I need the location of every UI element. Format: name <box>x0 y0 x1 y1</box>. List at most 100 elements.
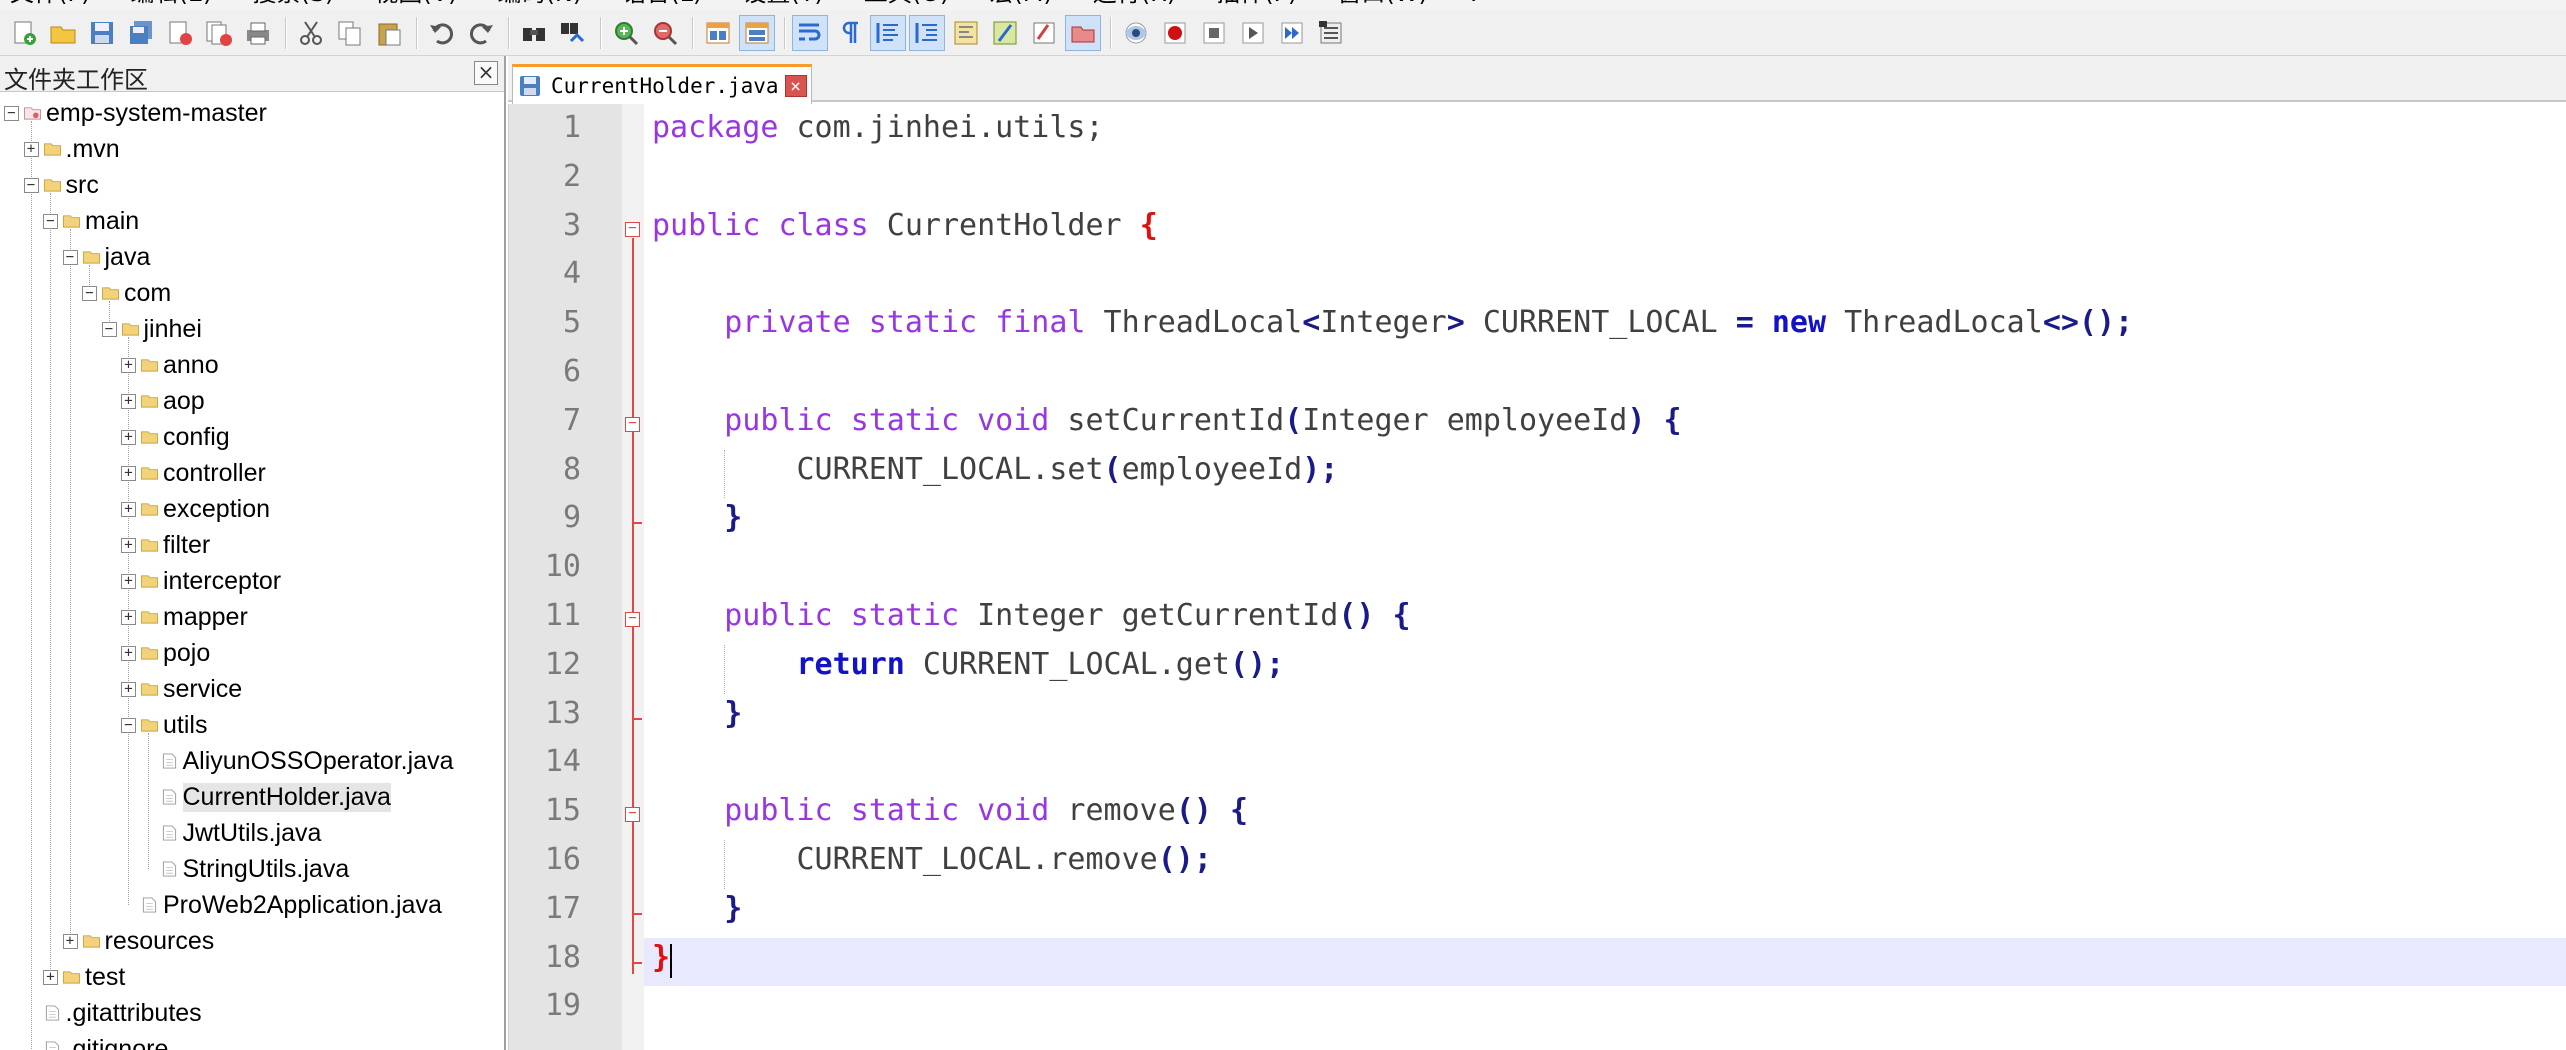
expand-icon[interactable]: + <box>121 681 136 697</box>
collapse-icon[interactable]: − <box>121 717 136 733</box>
tree-file-item[interactable]: CurrentHolder.java <box>141 779 391 815</box>
sync-horizontal-button[interactable] <box>739 14 775 51</box>
expand-icon[interactable]: + <box>121 501 136 517</box>
collapse-icon[interactable]: − <box>23 177 39 193</box>
tree-folder-item[interactable]: + pojo <box>121 635 210 671</box>
redo-button[interactable] <box>463 15 499 51</box>
show-all-chars-button[interactable] <box>831 15 867 51</box>
code-line[interactable] <box>652 742 2566 782</box>
tree-file-item[interactable]: AliyunOSSOperator.java <box>141 743 453 779</box>
code-editor[interactable]: 1 2 3 4 5 6 7 8 9 10 11 12 13 14 15 16 17 18 19 package co… <box>508 104 2566 1050</box>
sync-vertical-button[interactable] <box>700 15 736 51</box>
code-line[interactable]: public static void setCurrentId(Integer … <box>652 401 2566 441</box>
menu-item[interactable]: 搜索(S) <box>252 0 334 10</box>
panel-close-button[interactable]: × <box>474 61 498 85</box>
tree-folder-item[interactable]: + config <box>121 419 230 455</box>
record-macro-button[interactable] <box>1118 15 1154 51</box>
play-macro-button[interactable] <box>1196 15 1232 51</box>
expand-icon[interactable]: + <box>121 393 136 409</box>
menu-item[interactable]: 窗口(W) <box>1337 0 1427 10</box>
function-list-button[interactable] <box>987 15 1023 51</box>
code-line[interactable] <box>652 254 2566 294</box>
code-line[interactable]: } <box>652 938 2566 978</box>
expand-icon[interactable]: + <box>121 465 136 481</box>
tree-file-item[interactable]: .gitignore <box>24 1031 168 1050</box>
expand-icon[interactable]: + <box>121 537 136 553</box>
menu-item[interactable]: ? <box>1468 0 1481 10</box>
tree-folder-item[interactable]: − utils <box>121 707 207 743</box>
close-all-button[interactable] <box>201 15 237 51</box>
menu-item[interactable]: 语言(L) <box>622 0 702 10</box>
expand-icon[interactable]: + <box>121 645 136 661</box>
code-line[interactable]: public class CurrentHolder { <box>652 206 2566 246</box>
stop-macro-button[interactable] <box>1157 15 1193 51</box>
menu-item[interactable]: 文件(F) <box>10 0 91 10</box>
code-line[interactable]: return CURRENT_LOCAL.get(); <box>652 645 2566 685</box>
abc-spellcheck-button[interactable] <box>1313 15 1349 51</box>
word-wrap-button[interactable] <box>792 14 828 51</box>
save-macro-button[interactable] <box>1274 15 1310 51</box>
tree-folder-item[interactable]: + anno <box>121 347 219 383</box>
tree-folder-item[interactable]: + aop <box>121 383 205 419</box>
code-line[interactable]: public static void remove() { <box>652 791 2566 831</box>
fold-toggle-icon[interactable]: − <box>625 611 640 627</box>
run-macro-multiple-button[interactable] <box>1235 15 1271 51</box>
tree-folder-item[interactable]: + interceptor <box>121 563 281 599</box>
tree-file-item[interactable]: ProWeb2Application.java <box>121 887 442 923</box>
paste-button[interactable] <box>371 15 407 51</box>
expand-icon[interactable]: + <box>121 609 136 625</box>
expand-icon[interactable]: + <box>121 357 136 373</box>
code-line[interactable] <box>652 157 2566 197</box>
code-line[interactable]: private static final ThreadLocal<Integer… <box>652 303 2566 343</box>
new-file-button[interactable] <box>6 15 42 51</box>
collapse-icon[interactable]: − <box>82 285 97 301</box>
code-line[interactable] <box>652 547 2566 587</box>
expand-icon[interactable]: + <box>23 141 39 157</box>
tree-file-item[interactable]: .gitattributes <box>24 995 202 1031</box>
tree-folder-item[interactable]: − emp-system-master <box>4 95 267 131</box>
menu-item[interactable]: 插件(P) <box>1216 0 1297 10</box>
cut-button[interactable] <box>293 15 329 51</box>
expand-icon[interactable]: + <box>121 573 136 589</box>
menu-item[interactable]: 视图(V) <box>374 0 457 10</box>
undo-button[interactable] <box>424 15 460 51</box>
tree-file-item[interactable]: StringUtils.java <box>141 851 349 887</box>
monitoring-button[interactable] <box>1065 14 1101 51</box>
expand-icon[interactable]: + <box>121 429 136 445</box>
menu-item[interactable]: 设置(T) <box>742 0 823 10</box>
tree-folder-item[interactable]: − src <box>23 167 99 203</box>
code-line[interactable]: } <box>652 889 2566 929</box>
code-line[interactable]: } <box>652 694 2566 734</box>
open-file-button[interactable] <box>45 15 81 51</box>
doc-map-button[interactable] <box>948 15 984 51</box>
tree-folder-item[interactable]: + resources <box>62 923 214 959</box>
tree-folder-item[interactable]: + exception <box>121 491 270 527</box>
tree-folder-item[interactable]: + service <box>121 671 242 707</box>
menu-item[interactable]: 运行(R) <box>1093 0 1176 10</box>
tree-folder-item[interactable]: + .mvn <box>23 131 120 167</box>
tab-close-button[interactable]: × <box>784 74 807 97</box>
code-line[interactable]: package com.jinhei.utils; <box>652 108 2566 148</box>
zoom-out-button[interactable] <box>647 15 683 51</box>
tree-folder-item[interactable]: − com <box>82 275 171 311</box>
tree-folder-item[interactable]: + mapper <box>121 599 248 635</box>
tree-folder-item[interactable]: + filter <box>121 527 210 563</box>
code-line[interactable] <box>652 352 2566 392</box>
expand-icon[interactable]: + <box>43 969 58 985</box>
collapse-icon[interactable]: − <box>101 321 117 337</box>
save-button[interactable] <box>84 15 120 51</box>
code-line[interactable]: } <box>652 498 2566 538</box>
expand-icon[interactable]: + <box>62 933 78 949</box>
save-all-button[interactable] <box>123 15 159 51</box>
tree-folder-item[interactable]: − main <box>43 203 139 239</box>
udl-button[interactable] <box>909 14 945 51</box>
tree-folder-item[interactable]: − jinhei <box>101 311 202 347</box>
code-line[interactable]: CURRENT_LOCAL.set(employeeId); <box>652 450 2566 490</box>
tree-folder-item[interactable]: + controller <box>121 455 266 491</box>
replace-button[interactable] <box>555 15 591 51</box>
tree-folder-item[interactable]: − java <box>62 239 150 275</box>
fold-toggle-icon[interactable]: − <box>625 806 640 823</box>
tree-folder-item[interactable]: + test <box>43 959 125 995</box>
code-line[interactable]: CURRENT_LOCAL.remove(); <box>652 840 2566 880</box>
collapse-icon[interactable]: − <box>62 249 78 265</box>
